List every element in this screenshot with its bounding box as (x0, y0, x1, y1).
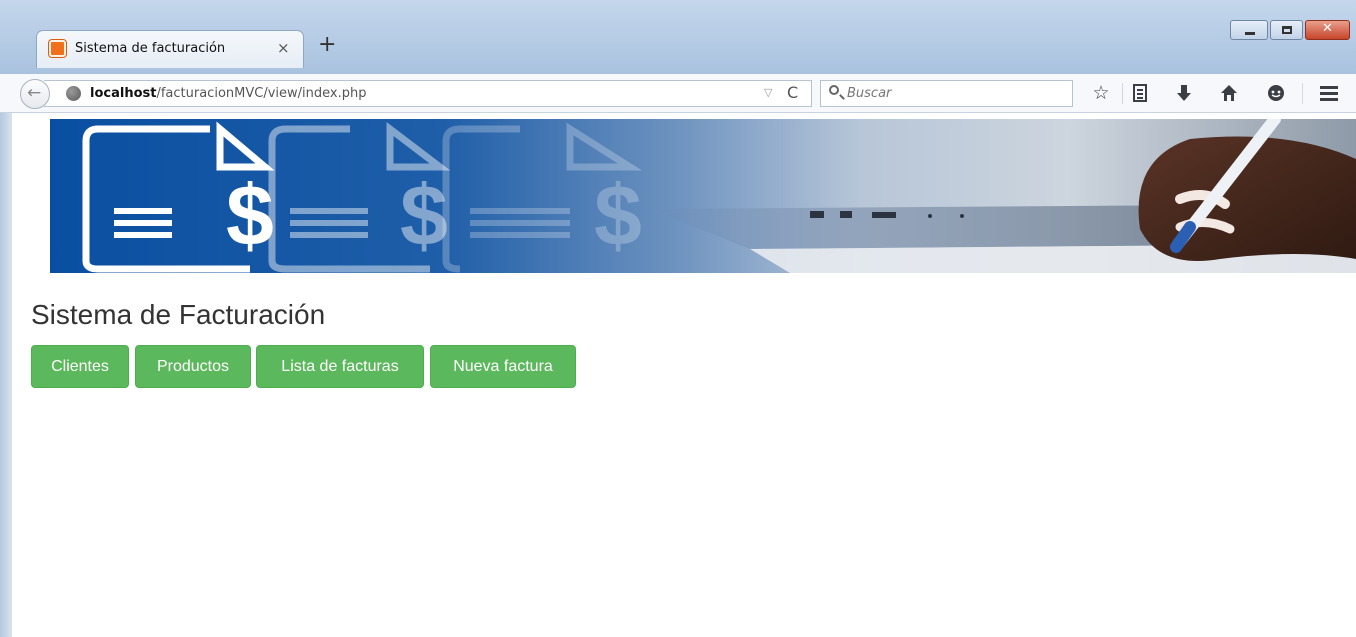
tab-title: Sistema de facturación (75, 41, 226, 56)
search-icon (829, 85, 839, 95)
star-icon[interactable]: ☆ (1088, 80, 1114, 106)
productos-button[interactable]: Productos (135, 345, 251, 388)
download-icon[interactable] (1171, 80, 1197, 106)
url-path: /facturacionMVC/view/index.php (156, 86, 367, 101)
globe-icon (66, 86, 81, 101)
xampp-favicon-icon (49, 40, 66, 57)
search-input[interactable] (847, 84, 1062, 103)
close-window-button[interactable] (1305, 20, 1350, 40)
lista-de-facturas-button[interactable]: Lista de facturas (256, 345, 424, 388)
browser-titlebar: Sistema de facturación × + (0, 0, 1356, 74)
home-icon[interactable] (1216, 80, 1242, 106)
address-bar[interactable]: localhost/facturacionMVC/view/index.php … (44, 80, 812, 107)
menu-icon[interactable] (1316, 80, 1342, 106)
dropdown-icon[interactable]: ▽ (764, 86, 772, 99)
nueva-factura-button[interactable]: Nueva factura (430, 345, 576, 388)
page-content: $ $ $ Sistema de Facturación Clientes Pr… (12, 113, 1356, 637)
minimize-button[interactable] (1230, 20, 1268, 40)
reading-list-icon[interactable] (1127, 80, 1153, 106)
chat-icon[interactable] (1263, 80, 1289, 106)
browser-tab[interactable]: Sistema de facturación × (36, 30, 304, 68)
browser-navbar: localhost/facturacionMVC/view/index.php … (0, 74, 1356, 113)
svg-text:$: $ (400, 168, 448, 264)
back-arrow-icon[interactable] (20, 79, 50, 109)
toolbar-divider (1302, 83, 1303, 104)
tab-close-icon[interactable]: × (277, 39, 290, 57)
svg-text:$: $ (226, 168, 274, 264)
invoice-banner-image: $ $ $ (50, 119, 1356, 273)
clientes-button[interactable]: Clientes (31, 345, 129, 388)
toolbar-divider (1122, 83, 1123, 104)
window-left-border (0, 113, 12, 637)
maximize-button[interactable] (1270, 20, 1303, 40)
reload-icon[interactable]: C (787, 83, 798, 102)
new-tab-button[interactable]: + (318, 34, 336, 56)
svg-text:$: $ (594, 168, 642, 264)
url-text: localhost/facturacionMVC/view/index.php (90, 86, 366, 101)
search-box[interactable] (820, 80, 1073, 107)
page-title: Sistema de Facturación (31, 299, 326, 330)
url-host: localhost (90, 86, 157, 101)
